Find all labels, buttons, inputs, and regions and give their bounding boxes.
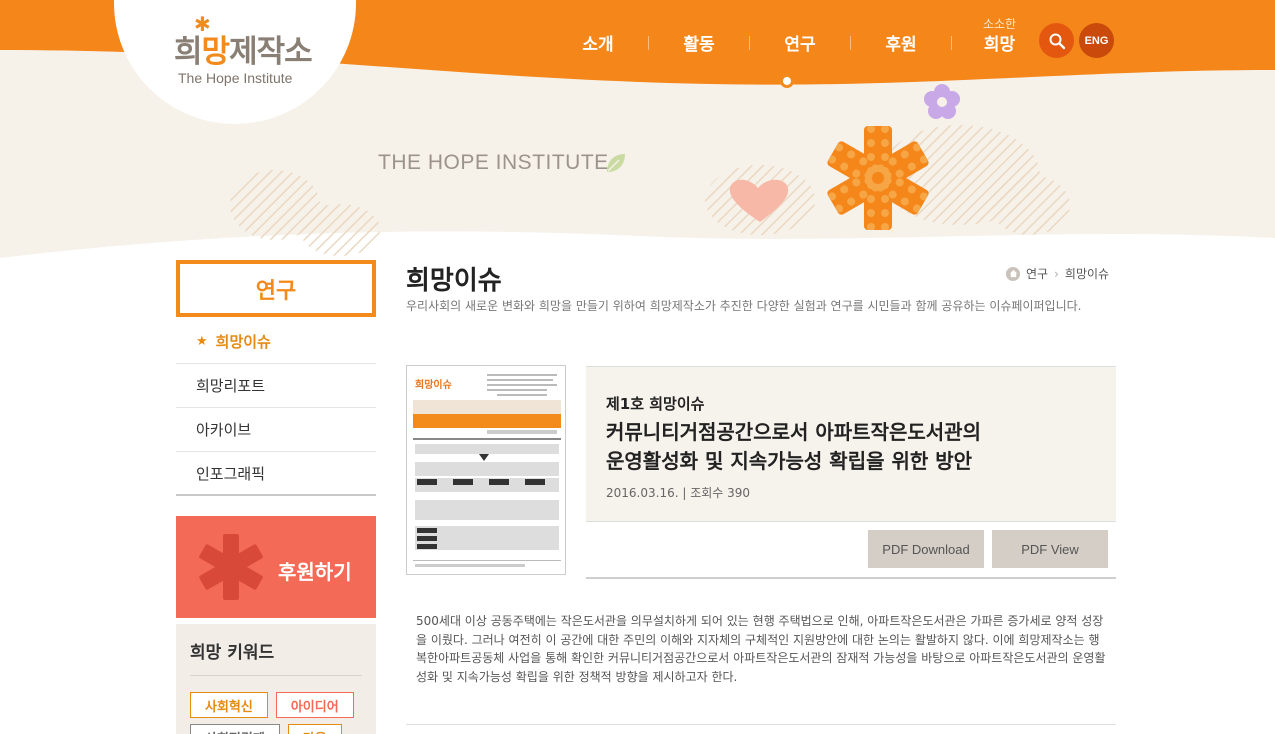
keyword-tag[interactable]: 마을 xyxy=(287,724,342,734)
keyword-title: 희망 키워드 xyxy=(190,638,362,676)
nav-item-small-hope[interactable]: 소소한 희망 xyxy=(952,17,1047,55)
nav-item-support[interactable]: 후원 xyxy=(851,30,951,55)
sidebar-item-archive[interactable]: 아카이브 xyxy=(176,408,376,452)
keyword-tag[interactable]: 사회혁신 xyxy=(190,692,268,718)
home-icon[interactable] xyxy=(1006,266,1020,281)
sidebar-title: 연구 xyxy=(176,260,376,317)
sidebar-item-label: 희망이슈 xyxy=(215,333,271,351)
issue-number: 제1호 희망이슈 xyxy=(606,395,705,413)
search-icon xyxy=(1049,33,1065,49)
nav-active-indicator xyxy=(780,74,794,88)
sidebar-item-label: 아카이브 xyxy=(196,421,252,439)
sidebar-item-label: 인포그래픽 xyxy=(196,464,266,483)
asterisk-icon xyxy=(199,534,263,600)
nav-item-research[interactable]: 연구 xyxy=(750,30,850,55)
sidebar-item-hope-issue[interactable]: ★ 희망이슈 xyxy=(176,320,376,364)
pdf-download-button[interactable]: PDF Download xyxy=(868,530,984,568)
document-preview-image: 희망이슈 xyxy=(407,366,565,574)
issue-thumbnail[interactable]: 희망이슈 xyxy=(406,365,566,575)
divider xyxy=(586,577,1116,579)
chevron-right-icon: › xyxy=(1054,266,1059,281)
sidebar-item-hope-report[interactable]: 희망리포트 xyxy=(176,364,376,408)
site-logo[interactable]: ✱ 희망제작소 The Hope Institute xyxy=(172,12,313,92)
keyword-box: 희망 키워드 사회혁신 아이디어 사회적경제 마을 xyxy=(176,624,376,734)
page-title: 희망이슈 xyxy=(406,266,502,296)
nav-item-small-hope-top: 소소한 xyxy=(982,17,1017,31)
nav-item-small-hope-label: 희망 xyxy=(983,35,1016,55)
global-nav: 소개 활동 연구 후원 소소한 희망 xyxy=(548,17,1047,55)
english-button[interactable]: ENG xyxy=(1079,23,1114,58)
sidebar-item-infographic[interactable]: 인포그래픽 xyxy=(176,452,376,496)
donate-label: 후원하기 xyxy=(278,560,352,584)
issue-body-text: 500세대 이상 공동주택에는 작은도서관을 의무설치하게 되어 있는 현행 주… xyxy=(416,614,1106,684)
issue-title: 커뮤니티거점공간으로서 아파트작은도서관의 운영활성화 및 지속가능성 확립을 … xyxy=(606,418,1096,476)
logo-text: 희망제작소 xyxy=(174,34,313,70)
issue-title-line: 커뮤니티거점공간으로서 아파트작은도서관의 xyxy=(606,420,981,444)
issue-info: 제1호 희망이슈 커뮤니티거점공간으로서 아파트작은도서관의 운영활성화 및 지… xyxy=(586,366,1116,522)
header-banner: ✱ 희망제작소 The Hope Institute 소개 활동 연구 후원 소… xyxy=(0,0,1275,260)
donate-banner[interactable]: 후원하기 xyxy=(176,516,376,618)
keyword-tags: 사회혁신 아이디어 사회적경제 마을 xyxy=(190,692,362,734)
keyword-tag[interactable]: 아이디어 xyxy=(275,692,354,718)
banner-tagline: THE HOPE INSTITUTE xyxy=(378,151,609,174)
leaf-icon xyxy=(607,154,625,172)
page-description: 우리사회의 새로운 변화와 희망을 만들기 위하여 희망제작소가 추진한 다양한… xyxy=(406,299,1082,313)
sidebar-item-label: 희망리포트 xyxy=(196,377,266,395)
thumb-logo: 희망이슈 xyxy=(415,378,452,391)
sidebar-menu: ★ 희망이슈 희망리포트 아카이브 인포그래픽 xyxy=(176,320,376,496)
nav-item-about[interactable]: 소개 xyxy=(548,30,648,55)
issue-meta: 2016.03.16. | 조회수 390 xyxy=(606,486,751,500)
nav-item-activity[interactable]: 활동 xyxy=(649,30,749,55)
divider xyxy=(406,724,1116,725)
keyword-tag[interactable]: 사회적경제 xyxy=(190,724,280,734)
breadcrumb: 연구 › 희망이슈 xyxy=(1006,265,1109,282)
issue-title-line: 운영활성화 및 지속가능성 확립을 위한 방안 xyxy=(606,449,973,473)
pdf-view-button[interactable]: PDF View xyxy=(992,530,1108,568)
active-star-icon: ★ xyxy=(196,334,208,349)
breadcrumb-item[interactable]: 연구 xyxy=(1026,265,1048,282)
search-button[interactable] xyxy=(1039,23,1074,58)
breadcrumb-current: 희망이슈 xyxy=(1064,267,1110,281)
logo-subtitle: The Hope Institute xyxy=(178,70,293,86)
